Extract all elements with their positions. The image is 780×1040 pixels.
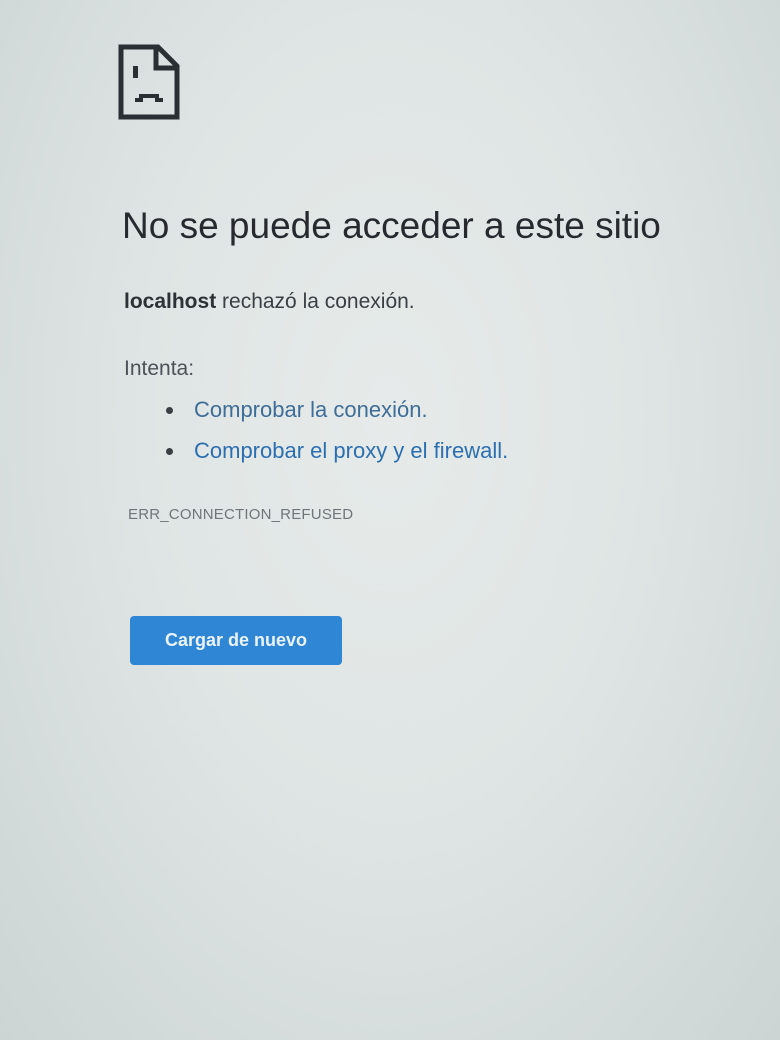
error-message: localhost rechazó la conexión. — [124, 290, 415, 314]
reload-button[interactable]: Cargar de nuevo — [130, 616, 342, 665]
error-message-text: rechazó la conexión. — [216, 290, 415, 313]
suggestions-label: Intenta: — [124, 357, 195, 380]
suggestion-link-text[interactable]: Comprobar el proxy y el firewall. — [194, 438, 508, 463]
suggestion-check-proxy-firewall-link[interactable]: Comprobar el proxy y el firewall. — [160, 438, 508, 479]
error-page: No se puede acceder a este sitio localho… — [0, 0, 780, 1040]
bullet-icon — [166, 448, 173, 455]
suggestion-check-connection: Comprobar la conexión. — [160, 397, 508, 438]
host-name: localhost — [124, 290, 217, 313]
error-code: ERR_CONNECTION_REFUSED — [128, 506, 354, 523]
bullet-icon — [166, 407, 173, 414]
page-title: No se puede acceder a este sitio — [122, 205, 661, 246]
sad-document-icon — [118, 44, 180, 120]
suggestions-list: Comprobar la conexión. Comprobar el prox… — [160, 397, 508, 479]
suggestion-text: Comprobar la conexión. — [194, 397, 428, 422]
